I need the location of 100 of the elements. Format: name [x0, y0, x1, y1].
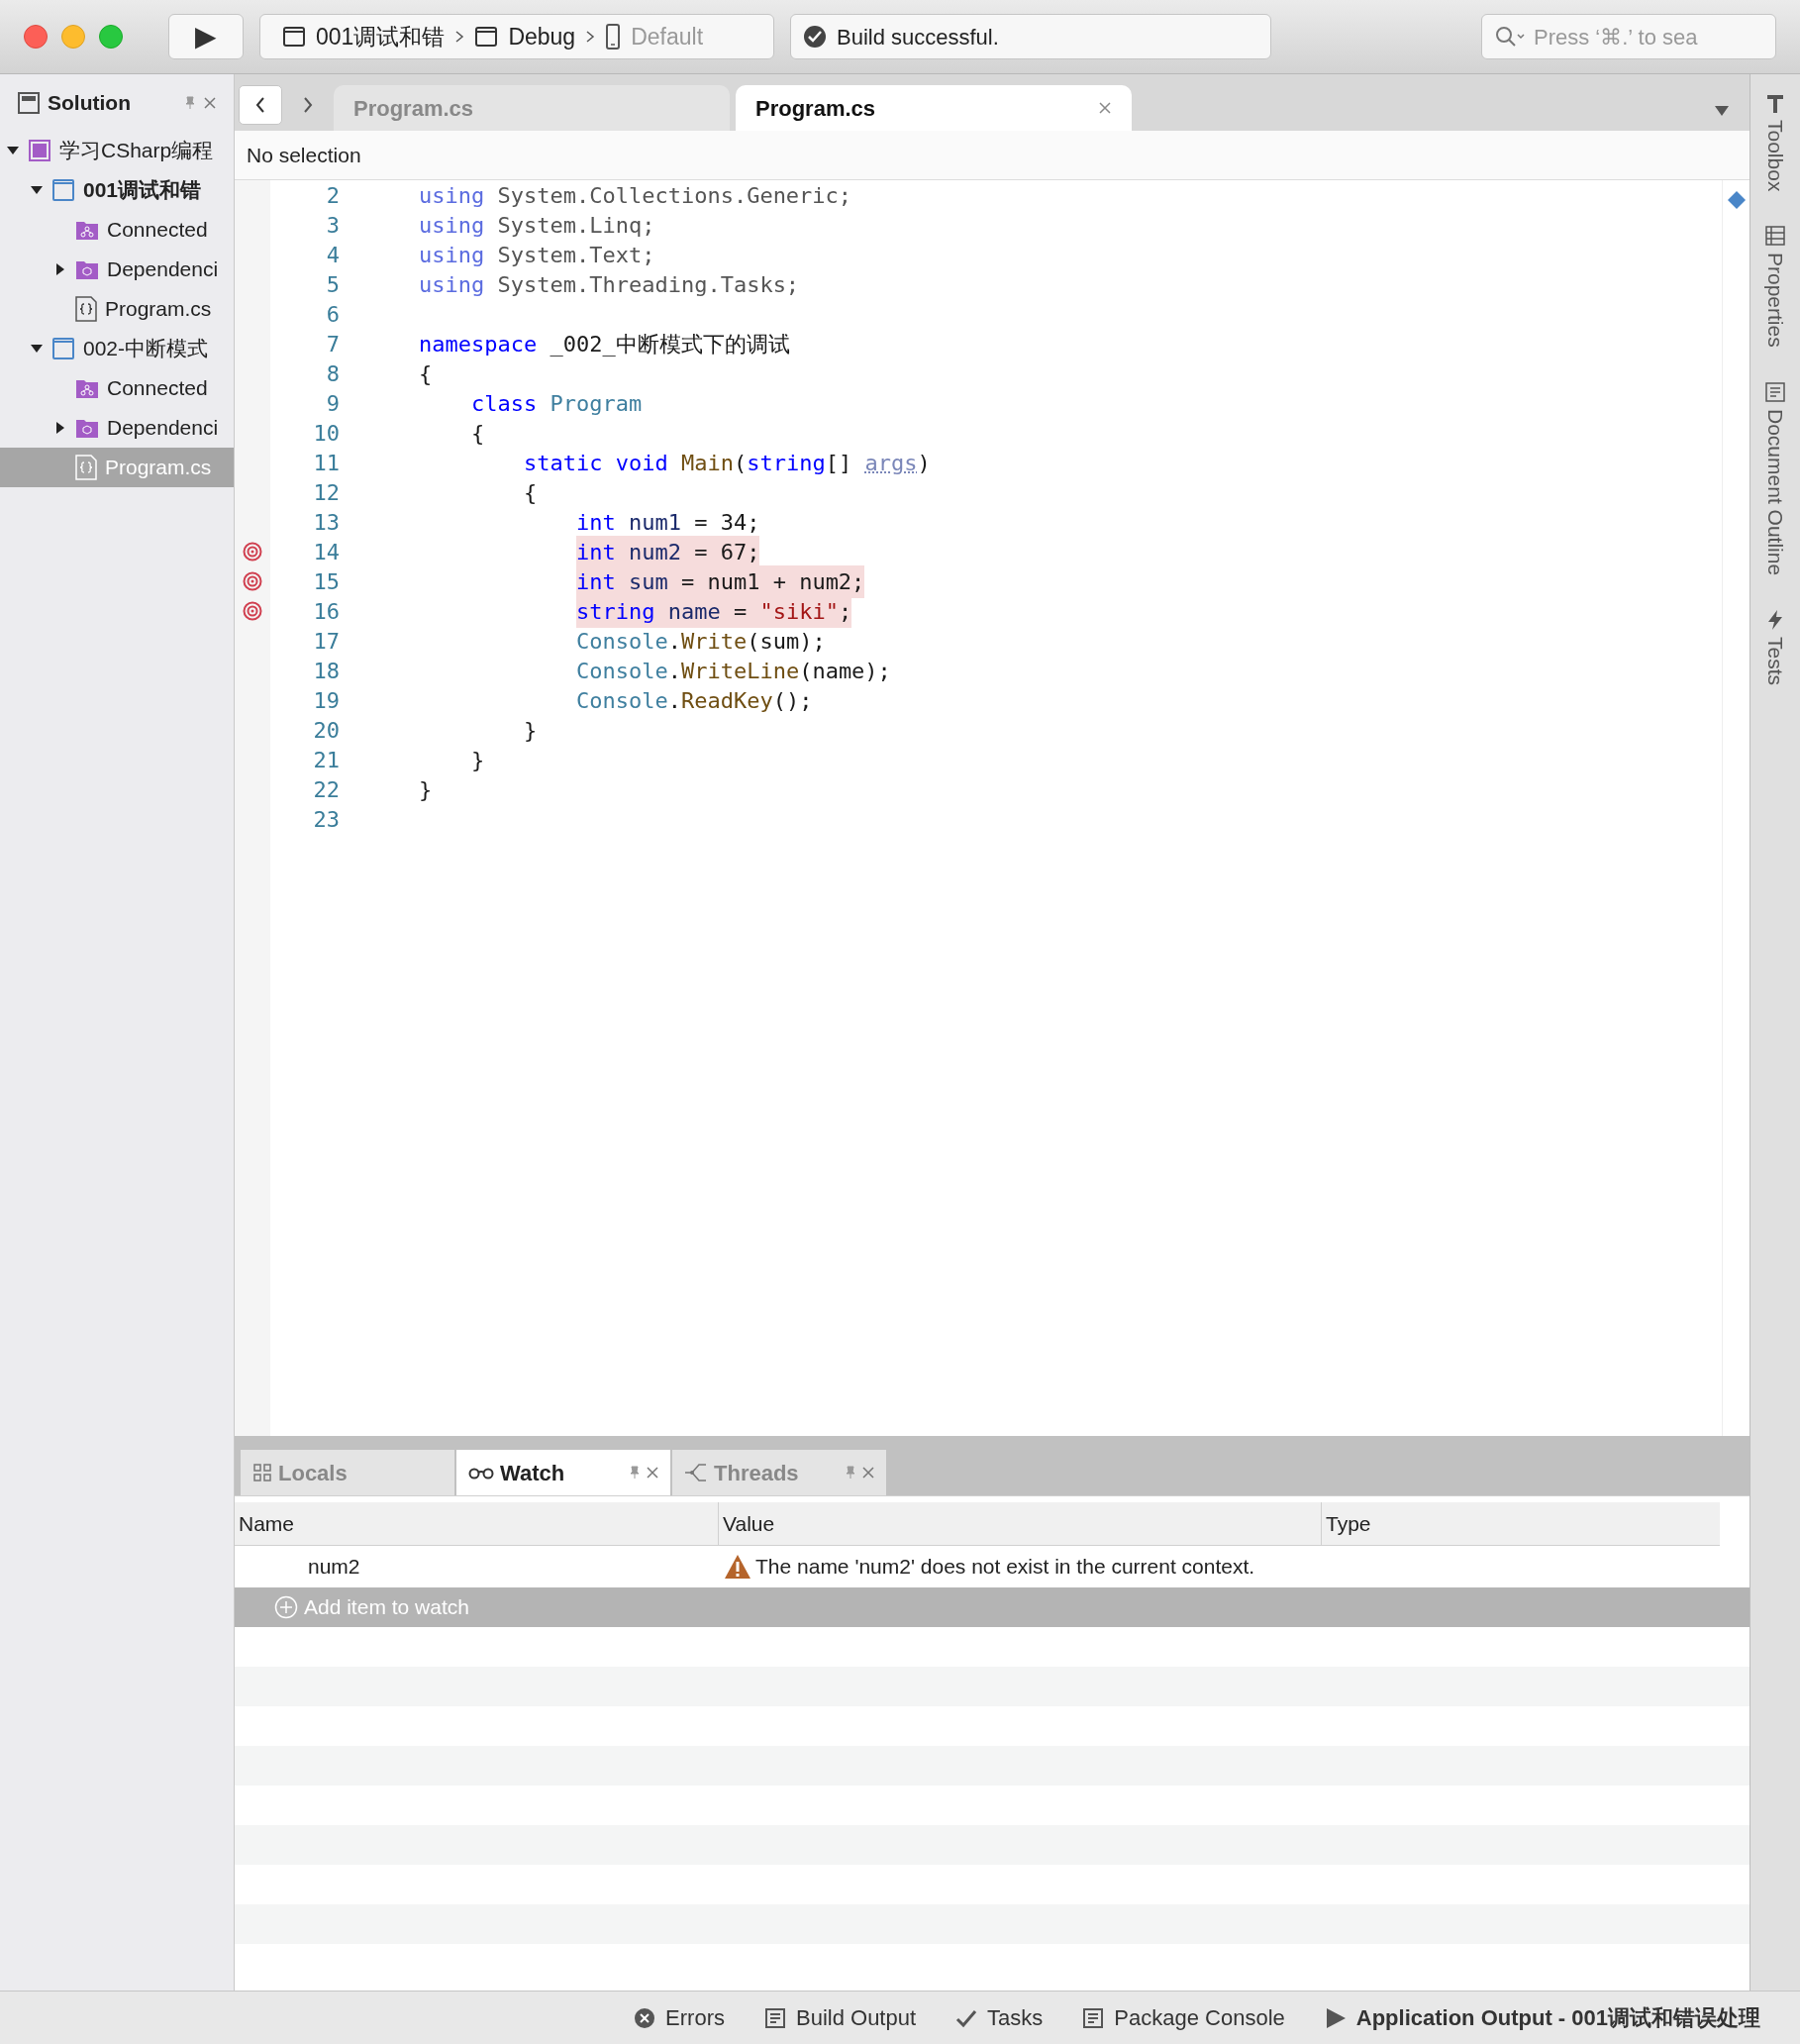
tree-item[interactable]: 002-中断模式 [0, 329, 234, 368]
chevron-right-icon [302, 96, 314, 114]
status-bar-button[interactable]: Package Console [1082, 2001, 1285, 2034]
code-line: Console.WriteLine(name); [575, 657, 891, 685]
tree-item[interactable]: Dependenci [0, 408, 234, 448]
close-icon[interactable] [647, 1467, 658, 1479]
pin-icon[interactable] [845, 1466, 856, 1480]
side-pad-label: Tests [1762, 637, 1788, 686]
tree-item[interactable]: 学习CSharp编程 [0, 131, 234, 170]
run-configuration-selector[interactable]: 001调试和错 Debug Default [259, 14, 774, 59]
tab-label: Threads [714, 1459, 800, 1487]
code-line: } [523, 716, 538, 745]
line-number: 20 [312, 716, 340, 745]
tab-label: Program.cs [353, 94, 475, 123]
tree-item-label: Program.cs [105, 455, 212, 481]
document-icon [1082, 2006, 1105, 2029]
close-icon[interactable] [862, 1467, 874, 1479]
tree-item-label: Connected [107, 375, 208, 402]
close-icon[interactable] [1098, 101, 1112, 115]
column-header[interactable]: Value [718, 1502, 1321, 1545]
column-header[interactable]: Type [1321, 1502, 1720, 1545]
line-number: 14 [312, 538, 340, 566]
code-line: using System.Collections.Generic; [419, 181, 852, 210]
status-bar-button[interactable]: Errors [634, 2001, 725, 2034]
grid-icon [252, 1463, 272, 1482]
side-pad-button[interactable]: Tests [1759, 609, 1791, 686]
tab-label: Program.cs [755, 94, 877, 123]
column-header[interactable]: Name [235, 1502, 718, 1545]
line-number: 21 [312, 746, 340, 774]
line-number: 23 [312, 805, 340, 834]
path-bar-text[interactable]: No selection [247, 139, 361, 171]
checkmark-circle-icon [803, 25, 827, 49]
tree-item-label: 002-中断模式 [83, 336, 209, 362]
code-line: using System.Text; [419, 241, 655, 269]
pad-title: Solution [48, 89, 132, 116]
line-number: 6 [325, 300, 340, 329]
play-icon [1324, 2006, 1347, 2029]
line-number: 16 [312, 597, 340, 626]
line-number: 22 [312, 775, 340, 804]
tree-item-label: 001调试和错 [83, 177, 202, 204]
chevron-left-icon [254, 96, 266, 114]
pin-icon[interactable] [184, 95, 196, 110]
folder-icon [75, 377, 99, 399]
status-bar-label: Package Console [1114, 2004, 1285, 2032]
search-field[interactable]: Press ‘⌘.’ to sea [1481, 14, 1776, 59]
watch-value-cell-text: The name 'num2' does not exist in the current context. [755, 1554, 1255, 1581]
tree-item[interactable]: Connected [0, 210, 234, 250]
breadcrumb-label: Default [631, 22, 704, 51]
project-icon [51, 178, 75, 202]
breakpoint-icon[interactable] [243, 601, 262, 621]
tab-label: Watch [500, 1459, 566, 1487]
search-input[interactable]: Press ‘⌘.’ to sea [1534, 20, 1751, 53]
line-number: 9 [325, 389, 340, 418]
folder-icon [75, 258, 99, 280]
code-line: } [471, 746, 485, 774]
side-pad-button[interactable]: Toolbox [1759, 92, 1791, 192]
plus-circle-icon [274, 1595, 298, 1619]
tree-item[interactable]: Program.cs [0, 289, 234, 329]
side-pad-button[interactable]: Properties [1759, 225, 1791, 349]
phone-icon [605, 24, 622, 50]
pad-tab[interactable]: Watch [456, 1450, 670, 1495]
breakpoint-icon[interactable] [243, 571, 262, 591]
close-window-button[interactable] [24, 25, 48, 49]
build-status-text: Build successful. [837, 23, 999, 51]
tree-item[interactable]: 001调试和错 [0, 170, 234, 210]
status-bar-button[interactable]: Tasks [955, 2001, 1044, 2034]
dropdown-caret-icon[interactable] [1714, 105, 1730, 117]
zoom-window-button[interactable] [99, 25, 123, 49]
line-number: 17 [312, 627, 340, 656]
tab-label: Locals [278, 1459, 349, 1487]
breadcrumb-label: Debug [508, 22, 576, 51]
add-item-text: Add item to watch [304, 1594, 469, 1621]
editor-tab[interactable]: Program.cs [736, 85, 1132, 131]
breakpoint-icon[interactable] [243, 542, 262, 562]
code-line: { [419, 359, 433, 388]
tree-item-label: Dependenci [107, 415, 219, 442]
solution-icon [28, 139, 51, 162]
tree-item-label: Dependenci [107, 256, 219, 283]
status-bar-button[interactable]: Application Output - 001调试和错误处理 [1324, 2001, 1760, 2034]
code-line: { [523, 478, 538, 507]
pin-icon[interactable] [629, 1466, 641, 1480]
tree-item[interactable]: Connected [0, 368, 234, 408]
glasses-icon [468, 1466, 494, 1480]
close-icon[interactable] [204, 96, 216, 109]
code-line: { [471, 419, 485, 448]
line-number: 8 [325, 359, 340, 388]
side-pad-button[interactable]: Document Outline [1759, 381, 1791, 576]
line-number: 4 [325, 241, 340, 269]
status-bar-label: Application Output - 001调试和错误处理 [1355, 2004, 1760, 2032]
tree-item[interactable]: Dependenci [0, 250, 234, 289]
status-bar-button[interactable]: Build Output [764, 2001, 917, 2034]
side-pad-label: Properties [1762, 253, 1788, 349]
back-button[interactable] [239, 85, 282, 125]
line-number: 5 [325, 270, 340, 299]
run-button[interactable]: ▶ [168, 14, 244, 59]
panel-icon [18, 91, 40, 114]
code-line: class Program [471, 389, 643, 418]
line-number: 7 [325, 330, 340, 358]
watch-name-cell[interactable]: num2 [235, 1551, 718, 1583]
line-number: 11 [312, 449, 340, 477]
